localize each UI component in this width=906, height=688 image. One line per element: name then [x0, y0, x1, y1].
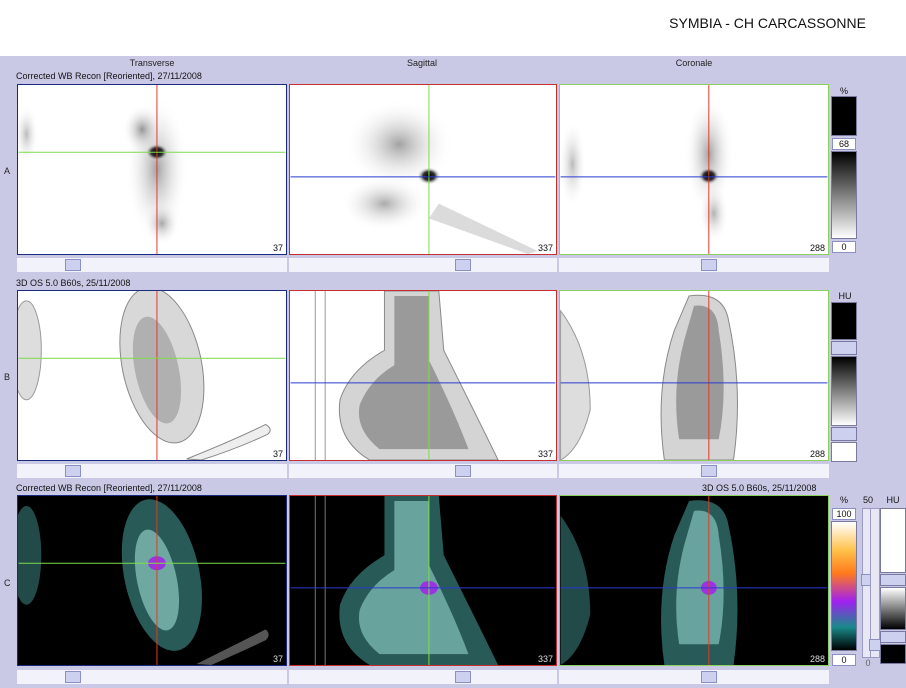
slice-slider-b-coronal[interactable]	[559, 464, 829, 478]
slice-slider-a-sagittal[interactable]	[289, 258, 557, 272]
scale-b-lower-handle[interactable]	[831, 427, 857, 441]
ct-coronal-image	[560, 291, 828, 460]
scale-b-unit: HU	[838, 291, 852, 301]
scale-a-gradient	[831, 151, 857, 239]
ct-sagittal-image	[290, 291, 556, 460]
slice-number: 37	[272, 243, 283, 253]
viewport-c-coronal[interactable]: 288	[559, 495, 829, 666]
column-label-transverse: Transverse	[129, 58, 175, 68]
viewport-c-transverse[interactable]: 37	[17, 495, 287, 666]
fused-coronal-image	[560, 496, 828, 665]
pet-transverse-image	[18, 85, 286, 254]
viewport-b-coronal[interactable]: 288	[559, 290, 829, 461]
slider-thumb[interactable]	[701, 671, 717, 683]
scale-c-hu-upper-handle[interactable]	[880, 574, 906, 586]
slice-slider-b-sagittal[interactable]	[289, 464, 557, 478]
scale-c-bottom-value[interactable]: 0	[832, 654, 856, 666]
slider-thumb[interactable]	[701, 259, 717, 271]
slice-slider-c-coronal[interactable]	[559, 670, 829, 684]
scale-a-top-block	[831, 96, 857, 136]
ct-transverse-image	[18, 291, 286, 460]
slice-number: 37	[272, 449, 283, 459]
viewport-a-sagittal[interactable]: 337	[289, 84, 557, 255]
slice-number: 337	[537, 243, 553, 253]
app-title: SYMBIA - CH CARCASSONNE	[669, 15, 866, 31]
scale-c-side-value: 50	[862, 495, 873, 505]
scale-c-side-bottom: 0	[865, 658, 871, 668]
viewport-a-coronal[interactable]: 288	[559, 84, 829, 255]
viewport-b-sagittal[interactable]: 337	[289, 290, 557, 461]
pet-coronal-image	[560, 85, 828, 254]
scale-c-hu-gradient	[880, 587, 906, 630]
scale-c-top-value[interactable]: 100	[832, 508, 856, 520]
fused-transverse-image	[18, 496, 286, 665]
scale-c-hu-lower-handle[interactable]	[880, 631, 906, 643]
scale-b-gradient	[831, 356, 857, 426]
pet-sagittal-image	[290, 85, 556, 254]
scale-b-upper-handle[interactable]	[831, 341, 857, 355]
column-label-sagittal: Sagittal	[406, 58, 438, 68]
slider-thumb[interactable]	[455, 465, 471, 477]
viewport-b-transverse[interactable]: 37	[17, 290, 287, 461]
column-label-coronal: Coronale	[675, 58, 713, 68]
row-c-caption-right: 3D OS 5.0 B60s, 25/11/2008	[702, 483, 817, 493]
slice-number: 37	[272, 654, 283, 664]
slider-thumb[interactable]	[455, 671, 471, 683]
slice-number: 288	[809, 449, 825, 459]
scale-b-bottom-block	[831, 442, 857, 462]
slider-thumb[interactable]	[455, 259, 471, 271]
title-bar: SYMBIA - CH CARCASSONNE	[0, 0, 906, 56]
scale-c-colormap	[831, 521, 857, 651]
slice-number: 337	[537, 654, 553, 664]
scale-b-top-block	[831, 302, 857, 340]
slice-slider-a-transverse[interactable]	[17, 258, 287, 272]
row-letter-a: A	[4, 166, 11, 176]
slice-number: 288	[809, 654, 825, 664]
slice-slider-b-transverse[interactable]	[17, 464, 287, 478]
opacity-slider[interactable]	[869, 508, 881, 658]
scale-c-right-unit: HU	[886, 495, 900, 505]
scale-a-top-value[interactable]: 68	[832, 138, 856, 150]
slice-slider-a-coronal[interactable]	[559, 258, 829, 272]
slider-thumb[interactable]	[65, 671, 81, 683]
row-letter-b: B	[4, 372, 11, 382]
slider-thumb[interactable]	[65, 259, 81, 271]
slider-thumb[interactable]	[65, 465, 81, 477]
slice-slider-c-sagittal[interactable]	[289, 670, 557, 684]
slice-slider-c-transverse[interactable]	[17, 670, 287, 684]
row-letter-c: C	[4, 578, 11, 588]
scale-a-bottom-value[interactable]: 0	[832, 241, 856, 253]
viewport-a-transverse[interactable]: 37	[17, 84, 287, 255]
row-b-caption: 3D OS 5.0 B60s, 25/11/2008	[16, 278, 131, 288]
row-a-caption: Corrected WB Recon [Reoriented], 27/11/2…	[16, 71, 202, 81]
scale-c-unit: %	[839, 495, 848, 505]
row-c-caption-left: Corrected WB Recon [Reoriented], 27/11/2…	[16, 483, 202, 493]
fused-sagittal-image	[290, 496, 556, 665]
scale-c-hu-bottom	[880, 644, 906, 664]
slice-number: 288	[809, 243, 825, 253]
viewport-c-sagittal[interactable]: 337	[289, 495, 557, 666]
slice-number: 337	[537, 449, 553, 459]
scale-c-hu-top	[880, 508, 906, 573]
scale-a-unit: %	[839, 86, 848, 96]
slider-thumb[interactable]	[701, 465, 717, 477]
